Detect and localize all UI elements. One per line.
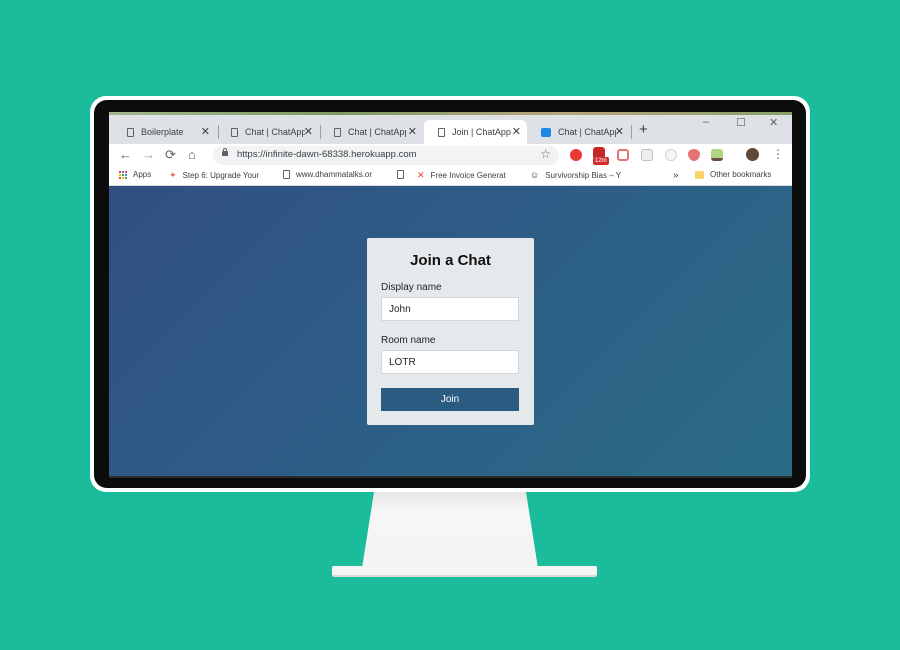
- display-name-label: Display name: [381, 282, 442, 293]
- browser-toolbar: ← → ⟳ ⌂ https://infinite-dawn-68338.hero…: [109, 144, 792, 167]
- menu-dots-icon[interactable]: ⋮: [772, 147, 784, 161]
- apps-grid-icon: [119, 170, 127, 179]
- page-content: Join a Chat Display name Room name Join: [109, 186, 792, 478]
- forward-arrow-icon[interactable]: →: [142, 147, 155, 162]
- folder-icon: [695, 170, 704, 179]
- bookmarks-overflow-icon[interactable]: »: [673, 170, 679, 181]
- blank-extension-icon[interactable]: [641, 149, 653, 161]
- timer-badge: 12m: [593, 157, 609, 165]
- plant-extension-icon[interactable]: [711, 149, 723, 161]
- bookmark-other[interactable]: Other bookmarks: [695, 170, 771, 179]
- tab-title: Join | ChatApp: [452, 127, 511, 137]
- close-icon[interactable]: ✕: [512, 125, 521, 138]
- close-window-button[interactable]: ✕: [769, 116, 778, 129]
- browser-window: Boilerplate ✕ Chat | ChatApp ✕ Chat | Ch…: [109, 112, 792, 478]
- bookmarks-bar: Apps ✦ Step 6: Upgrade Your www.dhammata…: [109, 167, 792, 186]
- close-icon[interactable]: ✕: [615, 125, 624, 138]
- tab-chat-1[interactable]: Chat | ChatApp ✕: [217, 120, 319, 144]
- bookmark-item[interactable]: ✕ Free Invoice Generat: [417, 170, 506, 181]
- desktop-wallpaper-strip: [109, 112, 792, 115]
- room-name-input[interactable]: [381, 350, 519, 374]
- tab-chat-2[interactable]: Chat | ChatApp ✕: [320, 120, 423, 144]
- page-icon: [283, 170, 290, 179]
- new-tab-button[interactable]: +: [639, 121, 648, 138]
- tab-join-active[interactable]: Join | ChatApp ✕: [424, 120, 527, 144]
- reload-icon[interactable]: ⟳: [165, 147, 176, 163]
- join-form-card: Join a Chat Display name Room name Join: [367, 238, 534, 425]
- bookmark-item[interactable]: ☺ Survivorship Bias – Y: [530, 170, 621, 180]
- tab-chat-3[interactable]: Chat | ChatApp ✕: [527, 120, 630, 144]
- bookmark-apps[interactable]: Apps: [119, 170, 151, 179]
- bookmark-item[interactable]: ✦ Step 6: Upgrade Your: [169, 170, 259, 181]
- close-icon[interactable]: ✕: [304, 125, 313, 138]
- tab-title: Chat | ChatApp: [245, 127, 305, 137]
- opera-extension-icon[interactable]: [570, 149, 582, 161]
- display-name-input[interactable]: [381, 297, 519, 321]
- tab-strip: Boilerplate ✕ Chat | ChatApp ✕ Chat | Ch…: [109, 112, 792, 144]
- chat-favicon-icon: [541, 127, 551, 137]
- lock-icon: [222, 148, 228, 156]
- bookmark-item[interactable]: www.dhammatalks.or: [283, 170, 372, 179]
- tab-title: Chat | ChatApp: [558, 127, 616, 137]
- monitor-base: [332, 566, 597, 575]
- page-icon: [334, 127, 341, 137]
- flame-icon: ✦: [169, 170, 177, 180]
- page-icon: [231, 127, 238, 137]
- page-icon: [127, 127, 134, 137]
- monitor-stand: [362, 492, 538, 568]
- screen-bottom-edge: [109, 476, 792, 478]
- address-bar[interactable]: https://infinite-dawn-68338.herokuapp.co…: [213, 146, 559, 165]
- page-icon: [438, 127, 445, 137]
- close-icon[interactable]: ✕: [408, 125, 417, 138]
- maximize-button[interactable]: ☐: [736, 116, 746, 129]
- home-icon[interactable]: ⌂: [188, 147, 196, 162]
- face-icon: ☺: [530, 170, 540, 180]
- shield-extension-icon[interactable]: [688, 149, 700, 161]
- tab-separator: [631, 125, 632, 139]
- clock-extension-icon[interactable]: [665, 149, 677, 161]
- close-icon[interactable]: ✕: [201, 125, 210, 138]
- back-arrow-icon[interactable]: ←: [119, 147, 132, 162]
- page-icon: [397, 170, 404, 179]
- profile-avatar[interactable]: [746, 148, 759, 161]
- join-button[interactable]: Join: [381, 388, 519, 411]
- tab-title: Chat | ChatApp: [348, 127, 406, 137]
- room-name-label: Room name: [381, 335, 436, 346]
- bookmark-star-icon[interactable]: ☆: [540, 147, 551, 161]
- minimize-button[interactable]: –: [703, 116, 709, 128]
- tab-title: Boilerplate: [141, 127, 184, 137]
- url-text: https://infinite-dawn-68338.herokuapp.co…: [237, 149, 417, 160]
- bookmark-item[interactable]: [397, 170, 404, 179]
- form-title: Join a Chat: [410, 252, 491, 269]
- invoice-icon: ✕: [417, 170, 425, 180]
- tab-boilerplate[interactable]: Boilerplate ✕: [113, 120, 216, 144]
- plus-extension-icon[interactable]: [617, 149, 629, 161]
